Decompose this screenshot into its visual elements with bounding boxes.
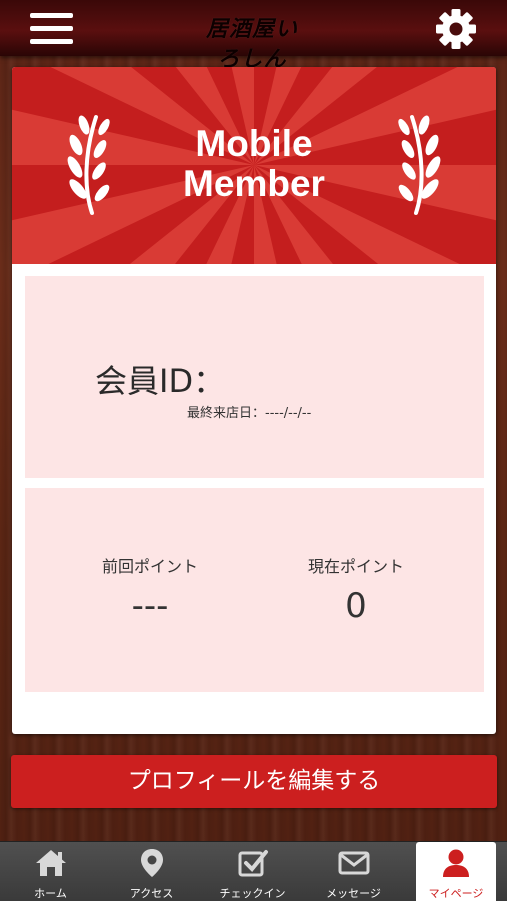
previous-points-value: --- (131, 586, 169, 626)
home-icon (35, 850, 66, 876)
member-info-panel: 会員ID： 最終来店日：----/--/-- (25, 276, 484, 478)
map-pin-icon (140, 849, 163, 877)
member-card: Mobile Member 会員ID： 最終来店日：----/--/-- 前回ポ… (12, 67, 496, 734)
app-header: 居酒屋いろしん (0, 0, 507, 72)
tab-label: チェックイン (219, 887, 286, 900)
member-id-label: 会員ID： (95, 362, 226, 400)
banner-title: Mobile Member (183, 123, 325, 204)
current-points-value: 0 (345, 586, 367, 626)
tab-mypage[interactable]: マイページ (416, 842, 496, 901)
tab-label: アクセス (129, 887, 174, 900)
shop-logo: 居酒屋いろしん (205, 16, 298, 72)
tab-message[interactable]: メッセージ (303, 842, 404, 901)
envelope-icon (338, 851, 369, 875)
mobile-member-banner: Mobile Member (12, 67, 496, 264)
tab-label: メッセージ (326, 887, 381, 900)
edit-profile-button[interactable]: プロフィールを編集する (11, 755, 497, 808)
gear-icon[interactable] (434, 7, 478, 51)
tab-access[interactable]: アクセス (101, 842, 202, 901)
points-panel: 前回ポイント --- 現在ポイント 0 (25, 488, 484, 692)
hamburger-menu-icon[interactable] (30, 12, 74, 46)
tab-checkin[interactable]: チェックイン (202, 842, 303, 901)
tab-label: ホーム (34, 887, 67, 900)
checkin-icon (238, 850, 268, 877)
previous-points-label: 前回ポイント (101, 557, 198, 576)
last-visit-date: 最終来店日：----/--/-- (187, 406, 312, 421)
tab-home[interactable]: ホーム (0, 842, 101, 901)
tab-label: マイページ (428, 887, 484, 900)
bottom-tab-bar: ホーム アクセス チェックイン メッセージ マイページ (0, 841, 507, 901)
user-icon (443, 849, 469, 877)
current-points-label: 現在ポイント (307, 557, 404, 576)
